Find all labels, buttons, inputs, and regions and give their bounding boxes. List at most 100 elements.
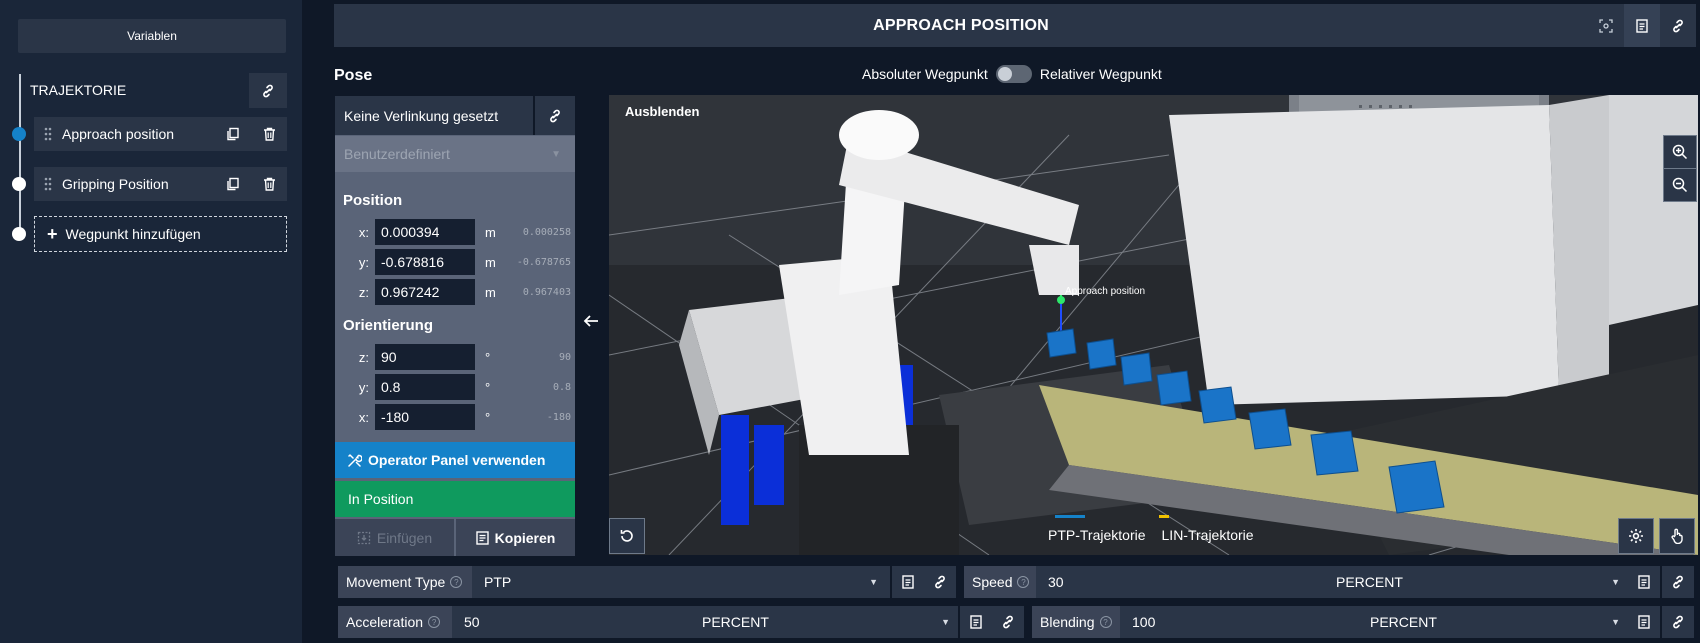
reference-value: 0.967403	[522, 286, 571, 298]
chevron-down-icon[interactable]: ▼	[869, 577, 878, 587]
movement-type-label: Movement Type	[346, 574, 446, 590]
link-icon	[1673, 19, 1683, 32]
acceleration-link-button[interactable]	[992, 606, 1024, 638]
orientation-x-row: x: -180 ° -180	[343, 404, 573, 430]
document-icon	[1638, 615, 1650, 629]
link-icon	[1673, 575, 1683, 589]
document-icon	[1638, 575, 1650, 589]
collapse-panel-button[interactable]	[582, 314, 600, 328]
operator-panel-button[interactable]: Operator Panel verwenden	[335, 442, 575, 478]
orientation-y-row: y: 0.8 ° 0.8	[343, 374, 573, 400]
hand-guide-button[interactable]	[1659, 518, 1695, 554]
help-icon[interactable]: ?	[450, 576, 463, 588]
help-icon[interactable]: ?	[1099, 616, 1112, 628]
unit-label: °	[485, 349, 491, 365]
waypoint-mode-switch[interactable]	[995, 65, 1032, 83]
waypoint-item-gripping-position[interactable]: Gripping Position	[34, 167, 287, 201]
link-row: Keine Verlinkung gesetzt	[335, 96, 575, 135]
chevron-down-icon[interactable]: ▼	[1611, 577, 1620, 587]
axis-label: y:	[358, 254, 369, 270]
reference-value: -0.678765	[516, 256, 571, 268]
reference-value: 0.000258	[522, 226, 571, 238]
help-icon[interactable]: ?	[1017, 576, 1030, 588]
absolute-waypoint-label: Absoluter Wegpunkt	[862, 66, 988, 82]
orientation-x-input[interactable]: -180	[375, 404, 475, 430]
axis-label: x:	[358, 224, 369, 240]
trajectory-link-button[interactable]	[249, 73, 287, 108]
movement-type-notes-button[interactable]	[892, 566, 924, 598]
variables-button[interactable]: Variablen	[18, 19, 286, 53]
chevron-down-icon[interactable]: ▼	[941, 617, 950, 627]
speed-input[interactable]: 30	[1036, 574, 1336, 590]
blending-input[interactable]: 100	[1120, 614, 1370, 630]
chevron-down-icon: ▼	[551, 148, 561, 160]
focus-button[interactable]	[1588, 4, 1624, 47]
trash-icon[interactable]	[251, 117, 287, 151]
zoom-out-icon	[1672, 177, 1688, 193]
acceleration-label-box: Acceleration ?	[338, 606, 452, 638]
3d-viewport[interactable]: Approach position	[609, 95, 1698, 555]
reset-view-button[interactable]	[609, 518, 645, 554]
speed-notes-button[interactable]	[1628, 566, 1660, 598]
reset-icon	[620, 530, 633, 542]
acceleration-notes-button[interactable]	[960, 606, 992, 638]
pose-link-button[interactable]	[535, 96, 575, 135]
position-y-input[interactable]: -0.678816	[375, 249, 475, 275]
unit-label: °	[485, 379, 491, 395]
unit-label: °	[485, 409, 491, 425]
zoom-in-button[interactable]	[1663, 135, 1697, 169]
viewport-settings-button[interactable]	[1618, 518, 1654, 554]
document-icon	[1636, 18, 1648, 33]
axis-label: y:	[358, 379, 369, 395]
blending-unit-select[interactable]: PERCENT	[1370, 614, 1611, 630]
orientation-z-row: z: 90 ° 90	[343, 344, 573, 370]
tools-icon	[348, 453, 362, 467]
position-x-input[interactable]: 0.000394	[375, 219, 475, 245]
copy-icon	[475, 530, 489, 545]
help-icon[interactable]: ?	[428, 616, 441, 628]
speed-unit-select[interactable]: PERCENT	[1336, 574, 1611, 590]
add-waypoint-button[interactable]: + Wegpunkt hinzufügen	[34, 216, 287, 252]
movement-type-select[interactable]: PTP	[472, 574, 869, 590]
blending-link-button[interactable]	[1662, 606, 1694, 638]
frame-select[interactable]: Benutzerdefiniert ▼	[335, 136, 575, 172]
copy-button[interactable]: Kopieren	[456, 519, 575, 556]
position-z-input[interactable]: 0.967242	[375, 279, 475, 305]
speed-field: Speed ? 30 PERCENT ▼	[964, 566, 1628, 598]
pose-title: Pose	[334, 67, 373, 84]
header-bar: APPROACH POSITION	[334, 4, 1696, 47]
waypoint-label: Approach position	[62, 126, 175, 142]
speed-link-button[interactable]	[1662, 566, 1694, 598]
orientation-heading: Orientierung	[343, 317, 434, 334]
trajectory-timeline	[19, 74, 21, 234]
add-waypoint-label: Wegpunkt hinzufügen	[65, 226, 201, 242]
movement-type-link-button[interactable]	[924, 566, 956, 598]
unit-label: m	[485, 224, 496, 240]
drag-handle-icon[interactable]	[34, 127, 62, 141]
waypoint-item-approach-position[interactable]: Approach position	[34, 117, 287, 151]
page-title: APPROACH POSITION	[873, 16, 1049, 34]
orientation-y-input[interactable]: 0.8	[375, 374, 475, 400]
duplicate-icon[interactable]	[215, 167, 251, 201]
drag-handle-icon[interactable]	[34, 177, 62, 191]
relative-waypoint-label: Relativer Wegpunkt	[1039, 66, 1162, 82]
zoom-out-button[interactable]	[1663, 168, 1697, 202]
blending-label-box: Blending ?	[1032, 606, 1120, 638]
chevron-down-icon[interactable]: ▼	[1611, 617, 1620, 627]
hide-viewport-button[interactable]: Ausblenden	[625, 104, 699, 119]
header-link-button[interactable]	[1660, 4, 1696, 47]
acceleration-field: Acceleration ? 50 PERCENT ▼	[338, 606, 958, 638]
notes-button[interactable]	[1624, 4, 1660, 47]
acceleration-input[interactable]: 50	[452, 614, 702, 630]
copy-label: Kopieren	[494, 529, 556, 546]
in-position-button[interactable]: In Position	[335, 481, 575, 517]
add-waypoint-marker	[12, 227, 26, 241]
blending-notes-button[interactable]	[1628, 606, 1660, 638]
acceleration-unit-select[interactable]: PERCENT	[702, 614, 941, 630]
duplicate-icon[interactable]	[215, 117, 251, 151]
paste-button[interactable]: Einfügen	[335, 519, 454, 556]
link-status[interactable]: Keine Verlinkung gesetzt	[335, 96, 535, 135]
orientation-z-input[interactable]: 90	[375, 344, 475, 370]
trash-icon[interactable]	[251, 167, 287, 201]
position-z-row: z: 0.967242 m 0.967403	[343, 279, 573, 305]
